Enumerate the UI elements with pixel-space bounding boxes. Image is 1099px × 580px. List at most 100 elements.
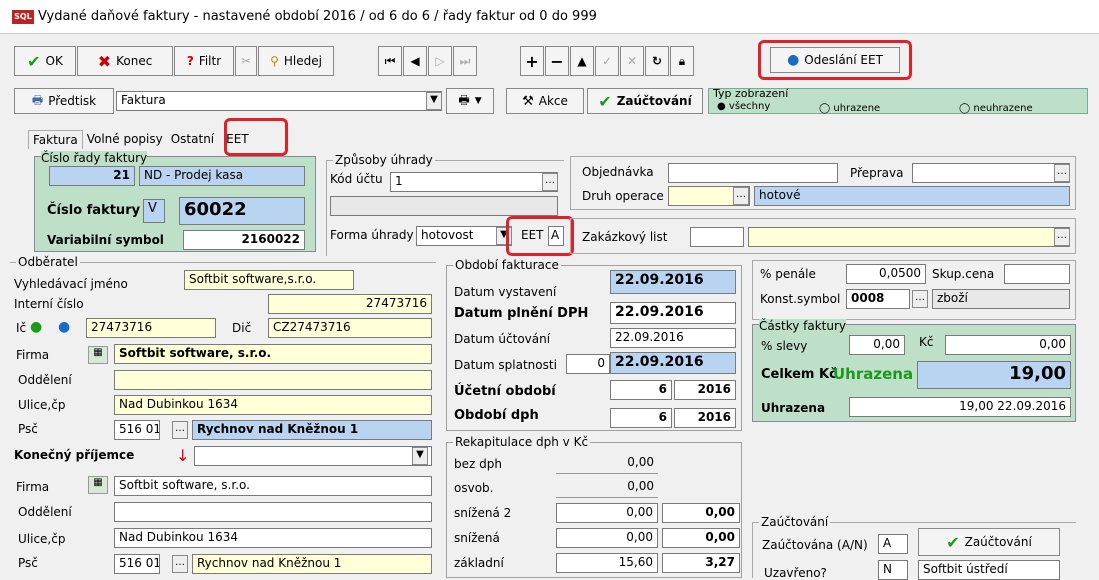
mesto-field[interactable]: Rychnov nad Kněžnou 1 — [192, 420, 432, 440]
ucetni-rok[interactable]: 2016 — [674, 380, 736, 400]
delete-record-button[interactable]: − — [545, 46, 569, 76]
zakazkovy-field[interactable] — [748, 227, 1070, 247]
dots-icon[interactable]: … — [912, 290, 928, 308]
penale-field[interactable]: 0,0500 — [846, 264, 926, 284]
add-record-button[interactable]: + — [520, 46, 544, 76]
first-record-button[interactable]: ⏮ — [378, 46, 402, 76]
scissors-icon[interactable]: ✂ — [235, 46, 257, 76]
konst-symbol-field[interactable]: 0008 — [846, 289, 910, 309]
datum-plneni[interactable]: 22.09.2016 — [610, 302, 736, 324]
dic-field[interactable]: CZ27473716 — [268, 318, 432, 338]
preprava-select[interactable] — [912, 163, 1070, 183]
rekap-label: bez dph — [454, 457, 502, 471]
datum-splatnosti[interactable]: 22.09.2016 — [610, 352, 736, 374]
dots-icon[interactable]: … — [1054, 228, 1070, 246]
vyhledavaci-jmeno[interactable]: Softbit software,s.r.o. — [184, 270, 354, 290]
prijemce-firma[interactable]: Softbit software, s.r.o. — [114, 476, 432, 496]
zauctovani-button[interactable]: ✔ Zaúčtování — [918, 528, 1060, 556]
rekap-tax[interactable]: 3,27 — [662, 553, 740, 573]
castky-group: Částky faktury % slevy 0,00 Kč 0,00 Celk… — [752, 319, 1076, 422]
dots-icon[interactable]: … — [1054, 164, 1070, 182]
akce-button[interactable]: ⚒ Akce — [506, 88, 584, 114]
ustredi-field: Softbit ústředí — [918, 560, 1060, 580]
dots-icon[interactable]: … — [172, 421, 188, 439]
print-button[interactable]: 🖶︎ ▼ — [446, 88, 494, 114]
rekap-tax[interactable]: 0,00 — [662, 528, 740, 548]
confirm-record-button[interactable]: ✓ — [595, 46, 619, 76]
dph-rok[interactable]: 2016 — [674, 408, 736, 428]
skup-cena-field[interactable] — [1004, 264, 1070, 284]
uhrazena-field: 19,00 22.09.2016 — [849, 397, 1071, 417]
rada-number[interactable]: 21 — [49, 166, 135, 186]
dots-icon[interactable]: … — [172, 555, 188, 573]
datum-vystaveni[interactable]: 22.09.2016 — [610, 270, 736, 294]
tab-volne-popisy[interactable]: Volné popisy — [83, 130, 167, 148]
rekap-tax[interactable]: 0,00 — [662, 503, 740, 523]
prijemce-ulice[interactable]: Nad Dubinkou 1634 — [114, 528, 432, 548]
last-record-button[interactable]: ⏭ — [453, 46, 477, 76]
ucetni-mesic[interactable]: 6 — [610, 380, 672, 400]
zakazkovy-code[interactable] — [690, 227, 744, 247]
chevron-down-icon[interactable]: ▼ — [426, 92, 442, 110]
dots-icon[interactable]: … — [542, 173, 558, 191]
template-select[interactable]: Faktura — [116, 91, 442, 111]
oddeleni-field[interactable] — [114, 370, 432, 390]
prijemce-mesto[interactable]: Rychnov nad Kněžnou 1 — [192, 554, 432, 574]
dph-mesic[interactable]: 6 — [610, 408, 672, 428]
rekap-base[interactable]: 0,00 — [556, 478, 658, 498]
variabilni-symbol[interactable]: 2160022 — [183, 230, 305, 250]
map-icon[interactable]: ▦ — [88, 346, 108, 364]
prev-record-button[interactable]: ◀ — [403, 46, 427, 76]
zauctovana-field[interactable]: A — [878, 534, 908, 554]
tab-faktura[interactable]: Faktura — [28, 129, 83, 149]
ulice-field[interactable]: Nad Dubinkou 1634 — [114, 395, 432, 415]
cancel-record-button[interactable]: ✕ — [620, 46, 644, 76]
objednavka-field[interactable] — [668, 163, 838, 183]
zauctovani-toolbar-button[interactable]: ✔ Zaúčtování — [587, 88, 703, 114]
datum-uctovani[interactable]: 22.09.2016 — [610, 328, 736, 348]
refresh-icon[interactable]: ↻ — [645, 46, 669, 76]
ok-button[interactable]: ✔ OK — [14, 46, 76, 76]
rekap-base[interactable]: 0,00 — [556, 528, 658, 548]
hledej-button[interactable]: ⚲ Hledej — [258, 46, 334, 76]
kod-uctu-field[interactable]: 1 — [390, 172, 558, 192]
cislo-faktury[interactable]: 60022 — [179, 197, 305, 225]
konec-button[interactable]: ✖ Konec — [77, 46, 173, 76]
prijemce-psc[interactable]: 516 01 — [114, 554, 160, 574]
globe-icon[interactable]: ● — [58, 319, 70, 335]
slevy-field[interactable]: 0,00 — [849, 335, 905, 355]
rekap-base[interactable]: 0,00 — [556, 454, 658, 474]
radio-neuhrazene[interactable]: ◯ neuhrazene — [959, 103, 1033, 114]
next-record-button[interactable]: ▷ — [428, 46, 452, 76]
map-icon[interactable]: ▦ — [88, 476, 108, 494]
ic-field[interactable]: 27473716 — [86, 318, 216, 338]
rekap-base[interactable]: 15,60 — [556, 553, 658, 573]
filtr-button[interactable]: ? Filtr — [174, 46, 234, 76]
edit-record-button[interactable]: ▲ — [570, 46, 594, 76]
rekap-base[interactable]: 0,00 — [556, 503, 658, 523]
radio-vsechny[interactable]: ● všechny — [717, 101, 770, 112]
psc-field[interactable]: 516 01 — [114, 420, 160, 440]
predtisk-button[interactable]: 🖶︎ Předtisk — [14, 88, 114, 114]
lock-icon[interactable]: 🔒︎ — [670, 46, 694, 76]
firma-field[interactable]: Softbit software, s.r.o. — [114, 344, 432, 364]
binoculars-icon: ⚲ — [270, 54, 279, 68]
arrow-down-icon[interactable]: ↓ — [176, 446, 189, 465]
chevron-down-icon[interactable]: ▼ — [412, 447, 428, 465]
splatnost-days[interactable]: 0 — [566, 354, 610, 374]
prijemce-select[interactable] — [194, 446, 432, 466]
prijemce-oddeleni[interactable] — [114, 502, 432, 522]
title-bar: SQL Vydané daňové faktury - nastavené ob… — [0, 0, 1099, 34]
rekap-label: osvob. — [454, 481, 494, 495]
rekap-label: snížená 2 — [454, 506, 512, 520]
dots-icon[interactable]: … — [733, 187, 749, 205]
uzavreno-field[interactable]: N — [878, 560, 908, 580]
cislo-prefix[interactable]: V — [143, 199, 165, 223]
interni-cislo[interactable]: 27473716 — [268, 294, 432, 314]
check-icon: ✔ — [946, 532, 960, 552]
radio-uhrazene[interactable]: ◯ uhrazene — [819, 103, 880, 114]
kod-uctu-name — [330, 196, 558, 216]
sleva-kc-field[interactable]: 0,00 — [945, 335, 1071, 355]
tab-ostatni[interactable]: Ostatní — [167, 130, 218, 148]
celkem-field: 19,00 — [917, 361, 1071, 389]
